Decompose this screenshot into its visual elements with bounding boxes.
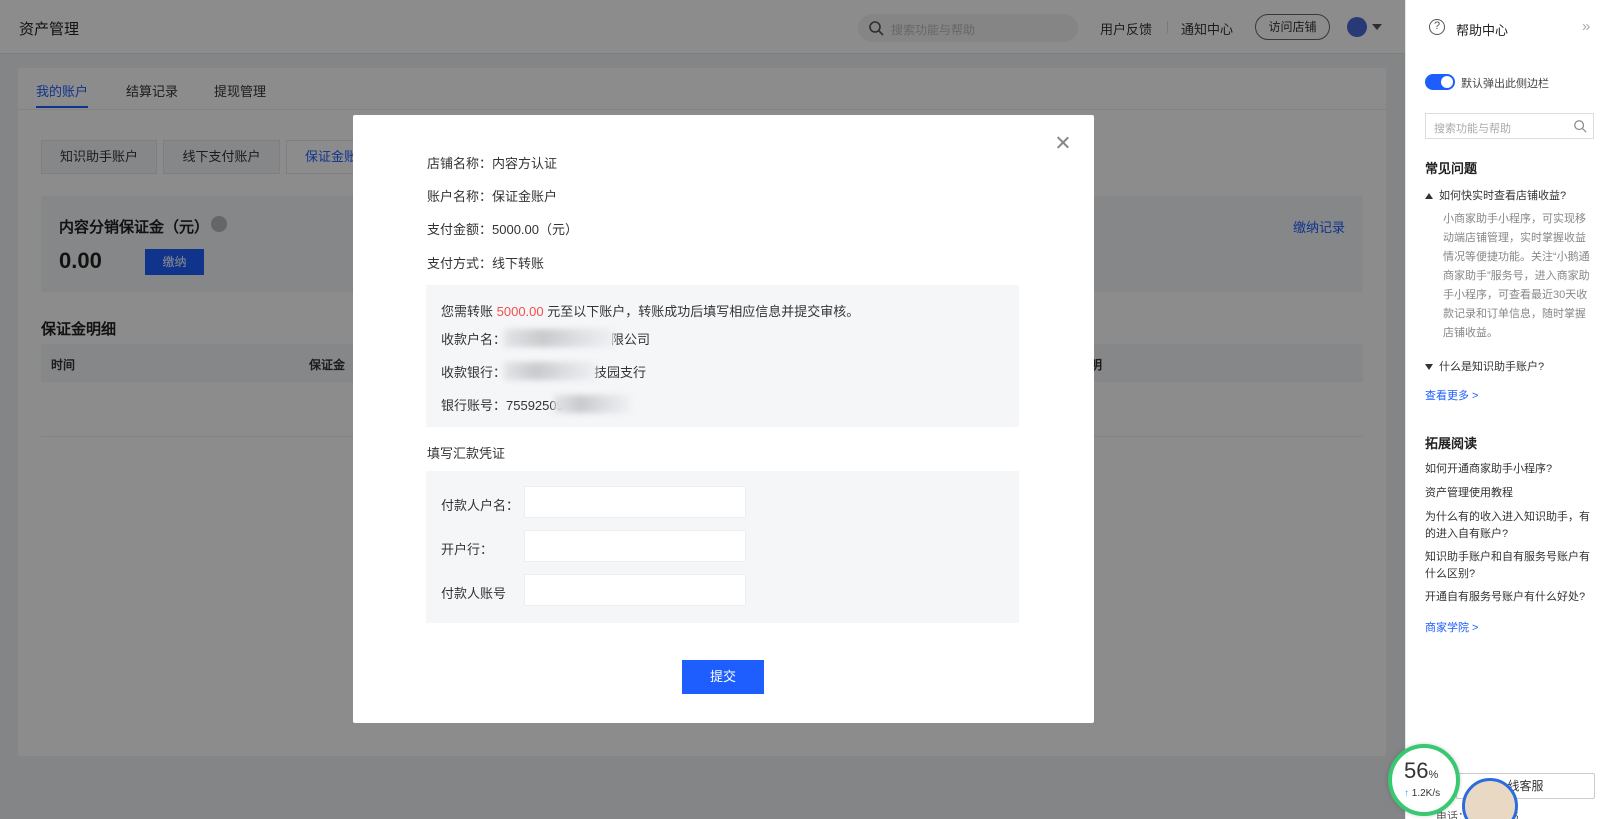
payer-name-label: 付款人户名： <box>441 498 520 513</box>
faq-question: 如何快实时查看店铺收益? <box>1439 190 1567 202</box>
payer-bank-input[interactable] <box>524 530 746 562</box>
help-search-input[interactable]: 搜索功能与帮助 <box>1425 113 1594 139</box>
redacted-account <box>554 395 630 413</box>
close-icon[interactable] <box>1054 134 1072 152</box>
collapse-sidebar-icon[interactable]: » <box>1582 18 1590 35</box>
bank-value: 技园支行 <box>594 365 647 380</box>
auto-open-label: 默认弹出此侧边栏 <box>1461 78 1549 90</box>
notice-amount: 5000.00 <box>496 304 544 319</box>
network-percent-value: 56 <box>1404 758 1429 783</box>
account-name: 账户名称：保证金账户 <box>427 189 558 204</box>
auto-open-toggle[interactable] <box>1425 74 1455 90</box>
notice-prefix: 您需转账 <box>441 304 494 319</box>
help-search-placeholder: 搜索功能与帮助 <box>1434 123 1511 135</box>
see-more-link[interactable]: 查看更多 > <box>1425 387 1478 403</box>
network-percent-unit: % <box>1428 769 1439 781</box>
network-speed-value: 1.2K/s <box>1411 788 1441 799</box>
reading-link[interactable]: 如何开通商家助手小程序? <box>1425 461 1593 478</box>
help-title: 帮助中心 <box>1456 23 1509 38</box>
reading-link[interactable]: 开通自有服务号账户有什么好处? <box>1425 589 1593 606</box>
academy-link[interactable]: 商家学院 > <box>1425 619 1478 635</box>
reading-link[interactable]: 知识助手账户和自有服务号账户有什么区别? <box>1425 549 1593 583</box>
voucher-section-title: 填写汇款凭证 <box>427 446 506 461</box>
app-main: 资产管理 搜索功能与帮助 用户反馈 通知中心 访问店铺 我的账户 结算记录 提现… <box>0 0 1405 819</box>
search-icon[interactable] <box>1573 119 1587 133</box>
bank-label: 收款银行： <box>441 365 507 380</box>
transfer-modal: 店铺名称：内容方认证 账户名称：保证金账户 支付金额：5000.00（元） 支付… <box>353 115 1094 723</box>
payer-account-input[interactable] <box>524 574 746 606</box>
faq-question: 什么是知识助手账户? <box>1439 361 1545 373</box>
caret-up-icon <box>1425 193 1433 200</box>
upload-arrow-icon: ↑ <box>1404 788 1409 799</box>
transfer-notice: 您需转账 5000.00 元至以下账户，转账成功后填写相应信息并提交审核。 <box>441 301 859 320</box>
faq-answer: 小商家助手小程序，可实现移动端店铺管理，实时掌握收益情况等便捷功能。关注“小鹅通… <box>1443 213 1590 339</box>
pay-amount: 支付金额：5000.00（元） <box>427 222 578 237</box>
network-speed-widget[interactable]: 56% ↑ 1.2K/s <box>1388 744 1460 816</box>
pay-method: 支付方式：线下转账 <box>427 256 545 271</box>
redacted-bank <box>504 362 596 380</box>
submit-button[interactable]: 提交 <box>682 660 764 694</box>
help-sidebar: ? 帮助中心 » 默认弹出此侧边栏 搜索功能与帮助 常见问题 如何快实时查看店铺… <box>1405 0 1613 819</box>
reading-link[interactable]: 资产管理使用教程 <box>1425 485 1593 502</box>
voucher-form: 付款人户名： 开户行： 付款人账号 <box>426 471 1019 623</box>
faq-item[interactable]: 如何快实时查看店铺收益? <box>1425 187 1566 203</box>
payee-label: 收款户名： <box>441 332 507 347</box>
account-row: 银行账号：75592509 <box>441 395 564 414</box>
network-speed: ↑ 1.2K/s <box>1404 788 1440 799</box>
toggle-knob <box>1441 76 1453 88</box>
faq-item[interactable]: 什么是知识助手账户? <box>1425 358 1544 374</box>
payee-value: 限公司 <box>611 332 651 347</box>
transfer-info-panel: 您需转账 5000.00 元至以下账户，转账成功后填写相应信息并提交审核。 收款… <box>426 285 1019 427</box>
payer-account-label: 付款人账号 <box>441 586 507 601</box>
notice-suffix: 元至以下账户，转账成功后填写相应信息并提交审核。 <box>547 304 860 319</box>
payer-bank-label: 开户行： <box>441 542 494 557</box>
caret-down-icon <box>1425 364 1433 371</box>
account-label: 银行账号： <box>441 398 507 413</box>
payer-name-input[interactable] <box>524 486 746 518</box>
redacted-payee <box>504 329 614 347</box>
reading-link[interactable]: 为什么有的收入进入知识助手，有的进入自有账户? <box>1425 509 1593 543</box>
network-percent: 56% <box>1404 758 1438 784</box>
reading-title: 拓展阅读 <box>1425 436 1478 451</box>
help-icon: ? <box>1429 19 1445 35</box>
faq-title: 常见问题 <box>1425 161 1478 176</box>
store-name: 店铺名称：内容方认证 <box>427 156 558 171</box>
